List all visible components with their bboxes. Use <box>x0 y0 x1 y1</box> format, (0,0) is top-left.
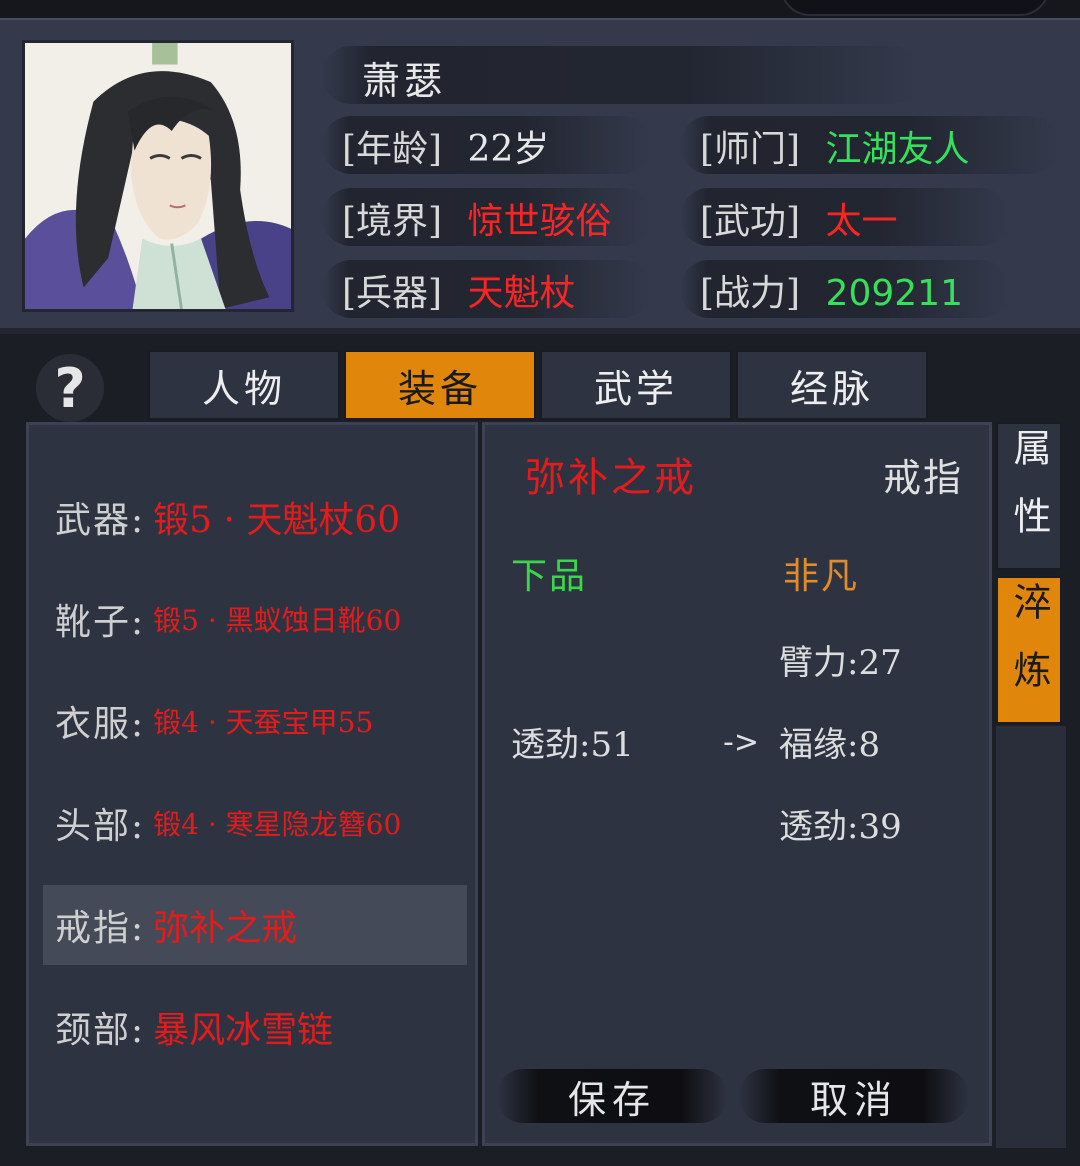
character-name: 萧瑟 <box>362 59 447 103</box>
stat-label: [武功] <box>700 201 801 242</box>
attr-after: 福缘:8 <box>779 725 881 765</box>
slot-label: 衣服: <box>55 704 146 745</box>
stat-label: [兵器] <box>342 273 443 314</box>
main-tabs: 人物 装备 武学 经脉 <box>148 350 932 420</box>
side-tab-label: 淬炼 <box>1007 582 1051 718</box>
stat-age: [年龄] 22岁 <box>342 120 549 172</box>
item-type: 戒指 <box>882 456 963 500</box>
stat-martial-art: [武功] 太一 <box>700 192 898 244</box>
equip-slot-boots[interactable]: 靴子: 锻5 · 黑蚁蚀日靴60 <box>43 579 467 659</box>
side-tab-label: 属性 <box>1007 428 1051 564</box>
stat-value: 惊世骇俗 <box>467 201 612 242</box>
attr-before: 透劲:51 <box>511 725 634 765</box>
stat-label: [师门] <box>700 129 801 170</box>
tab-character[interactable]: 人物 <box>148 350 340 420</box>
stat-label: [战力] <box>700 273 801 314</box>
slot-label: 武器: <box>55 500 146 541</box>
stat-weapon: [兵器] 天魁杖 <box>342 264 576 316</box>
equipment-list: 武器: 锻5 · 天魁杖60 靴子: 锻5 · 黑蚁蚀日靴60 衣服: 锻4 ·… <box>26 422 478 1146</box>
top-notch <box>780 0 1050 16</box>
refine-arrow: -> <box>723 725 759 760</box>
stat-label: [年龄] <box>342 129 443 170</box>
cancel-button-label: 取消 <box>809 1077 898 1122</box>
side-tab-attributes[interactable]: 属性 <box>996 422 1062 570</box>
side-tabs: 属性 淬炼 <box>996 422 1066 730</box>
character-portrait <box>22 40 294 312</box>
item-name: 弥补之戒 <box>525 455 697 501</box>
attr-after: 透劲:39 <box>779 807 902 847</box>
help-button[interactable]: ? <box>36 354 104 422</box>
grade-after: 非凡 <box>783 556 860 597</box>
equip-slot-head[interactable]: 头部: 锻4 · 寒星隐龙簪60 <box>43 783 467 863</box>
slot-label: 头部: <box>55 806 146 847</box>
side-tab-refine[interactable]: 淬炼 <box>996 576 1062 724</box>
side-tab-strip <box>996 726 1066 1148</box>
slot-item: 锻5 · 天魁杖60 <box>153 500 401 541</box>
grade-before: 下品 <box>511 556 588 597</box>
portrait-art <box>25 43 291 309</box>
stat-realm: [境界] 惊世骇俗 <box>342 192 612 244</box>
save-button-label: 保存 <box>567 1077 656 1122</box>
stat-value: 天魁杖 <box>467 273 576 314</box>
slot-item: 弥补之戒 <box>153 908 298 949</box>
equip-slot-weapon[interactable]: 武器: 锻5 · 天魁杖60 <box>43 477 467 557</box>
stat-value: 太一 <box>825 201 898 242</box>
character-header: 萧瑟 [年龄] 22岁 [师门] 江湖友人 [境界] 惊世骇俗 [武功] 太一 … <box>0 18 1080 334</box>
tab-meridians[interactable]: 经脉 <box>736 350 928 420</box>
stat-power: [战力] 209211 <box>700 264 963 316</box>
stat-value: 22岁 <box>467 129 550 170</box>
slot-item: 锻5 · 黑蚁蚀日靴60 <box>153 604 402 637</box>
equip-slot-neck[interactable]: 颈部: 暴风冰雪链 <box>43 987 467 1067</box>
stat-value: 209211 <box>825 273 963 314</box>
slot-label: 戒指: <box>55 908 146 949</box>
item-detail-panel: 弥补之戒 戒指 下品 非凡 透劲:51 -> 臂力:27 福缘:8 透劲:39 … <box>482 422 992 1146</box>
slot-item: 锻4 · 天蚕宝甲55 <box>153 706 374 739</box>
equip-slot-ring[interactable]: 戒指: 弥补之戒 <box>43 885 467 965</box>
stat-label: [境界] <box>342 201 443 242</box>
cancel-button[interactable]: 取消 <box>739 1063 969 1129</box>
attr-after: 臂力:27 <box>779 643 902 683</box>
tab-equipment[interactable]: 装备 <box>344 350 536 420</box>
save-button[interactable]: 保存 <box>497 1063 727 1129</box>
equip-slot-clothes[interactable]: 衣服: 锻4 · 天蚕宝甲55 <box>43 681 467 761</box>
lower-panel: ? 人物 装备 武学 经脉 武器: 锻5 · 天魁杖60 靴子: 锻5 · 黑蚁… <box>0 334 1080 1166</box>
slot-item: 暴风冰雪链 <box>153 1010 334 1051</box>
tab-martial-arts[interactable]: 武学 <box>540 350 732 420</box>
slot-item: 锻4 · 寒星隐龙簪60 <box>153 808 402 841</box>
stat-value: 江湖友人 <box>825 129 970 170</box>
slot-label: 靴子: <box>55 602 146 643</box>
stat-sect: [师门] 江湖友人 <box>700 120 970 172</box>
slot-label: 颈部: <box>55 1010 146 1051</box>
top-strip <box>0 0 1080 18</box>
